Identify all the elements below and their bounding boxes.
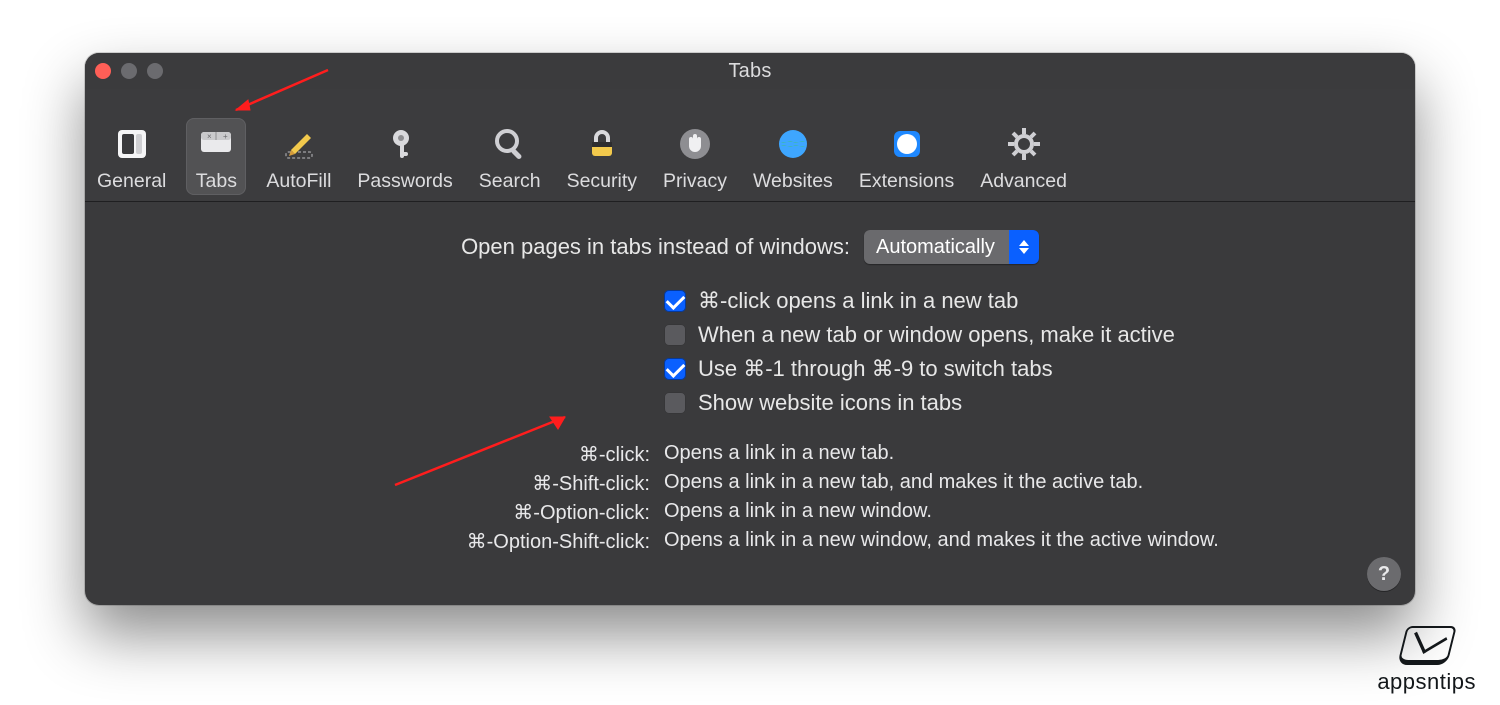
svg-text:+: + xyxy=(223,132,228,141)
svg-text:×: × xyxy=(207,132,212,141)
open-pages-label: Open pages in tabs instead of windows: xyxy=(461,234,850,260)
close-button[interactable] xyxy=(95,63,111,79)
toolbar-item-autofill[interactable]: AutoFill xyxy=(260,118,337,195)
minimize-button[interactable] xyxy=(121,63,137,79)
hint-value: Opens a link in a new tab. xyxy=(664,442,894,467)
hint-key: ⌘-click: xyxy=(579,442,650,467)
open-pages-row: Open pages in tabs instead of windows: A… xyxy=(121,230,1379,264)
gear-icon xyxy=(1000,122,1048,166)
help-button[interactable]: ? xyxy=(1367,557,1401,591)
hint-key: ⌘-Option-click: xyxy=(513,500,650,525)
checkbox-box[interactable] xyxy=(664,324,686,346)
toolbar-item-security[interactable]: Security xyxy=(561,118,643,195)
annotation-arrow-bottom xyxy=(380,405,580,495)
toolbar-label: Tabs xyxy=(196,170,237,193)
checkbox-box[interactable] xyxy=(664,358,686,380)
globe-icon xyxy=(769,122,817,166)
checkbox-label: Show website icons in tabs xyxy=(698,390,962,416)
toolbar-item-passwords[interactable]: Passwords xyxy=(351,118,458,195)
checkbox-box[interactable] xyxy=(664,392,686,414)
preferences-window: Tabs General ×+ Tabs Au xyxy=(85,53,1415,605)
watermark-text: appsntips xyxy=(1377,669,1476,695)
toolbar-label: AutoFill xyxy=(266,170,331,193)
toolbar-item-tabs[interactable]: ×+ Tabs xyxy=(186,118,246,195)
checkbox-label: When a new tab or window opens, make it … xyxy=(698,322,1175,348)
help-glyph: ? xyxy=(1378,563,1390,586)
toolbar-label: Passwords xyxy=(357,170,452,193)
toolbar-label: Privacy xyxy=(663,170,727,193)
tabs-icon: ×+ xyxy=(192,122,240,166)
toolbar-label: Websites xyxy=(753,170,833,193)
toolbar-item-extensions[interactable]: Extensions xyxy=(853,118,960,195)
chevron-updown-icon xyxy=(1009,230,1039,264)
checkbox-cmd-click[interactable]: ⌘-click opens a link in a new tab xyxy=(270,288,1230,314)
hint-value: Opens a link in a new window. xyxy=(664,500,932,525)
checkbox-group: ⌘-click opens a link in a new tab When a… xyxy=(270,288,1230,416)
hint-key: ⌘-Option-Shift-click: xyxy=(467,529,650,554)
toolbar-item-advanced[interactable]: Advanced xyxy=(974,118,1073,195)
toolbar-label: Advanced xyxy=(980,170,1067,193)
toolbar-label: Search xyxy=(479,170,541,193)
pencil-icon xyxy=(275,122,323,166)
open-pages-value: Automatically xyxy=(864,230,1009,264)
watermark: appsntips xyxy=(1377,626,1476,695)
toolbar-label: Extensions xyxy=(859,170,954,193)
annotation-arrow-top xyxy=(218,60,338,120)
hint-value: Opens a link in a new window, and makes … xyxy=(664,529,1219,554)
window-traffic-lights xyxy=(95,63,163,79)
toolbar-label: Security xyxy=(567,170,637,193)
toolbar-item-websites[interactable]: Websites xyxy=(747,118,839,195)
checkbox-cmd-number-switch[interactable]: Use ⌘-1 through ⌘-9 to switch tabs xyxy=(270,356,1230,382)
maximize-button[interactable] xyxy=(147,63,163,79)
checkbox-make-active[interactable]: When a new tab or window opens, make it … xyxy=(270,322,1230,348)
open-pages-select[interactable]: Automatically xyxy=(864,230,1039,264)
lock-icon xyxy=(578,122,626,166)
checkbox-label: Use ⌘-1 through ⌘-9 to switch tabs xyxy=(698,356,1053,382)
magnifier-icon xyxy=(486,122,534,166)
toolbar-label: General xyxy=(97,170,166,193)
checkbox-box[interactable] xyxy=(664,290,686,312)
hand-icon xyxy=(671,122,719,166)
toolbar-item-search[interactable]: Search xyxy=(473,118,547,195)
compass-icon xyxy=(883,122,931,166)
toolbar-item-privacy[interactable]: Privacy xyxy=(657,118,733,195)
watermark-logo-icon xyxy=(1397,626,1457,665)
key-icon xyxy=(381,122,429,166)
hint-value: Opens a link in a new tab, and makes it … xyxy=(664,471,1143,496)
hints-table: ⌘-click: Opens a link in a new tab. ⌘-Sh… xyxy=(190,442,1310,554)
window-title: Tabs xyxy=(728,60,771,83)
toolbar-item-general[interactable]: General xyxy=(91,118,172,195)
checkbox-label: ⌘-click opens a link in a new tab xyxy=(698,288,1018,314)
content-area: Open pages in tabs instead of windows: A… xyxy=(85,202,1415,578)
switch-icon xyxy=(108,122,156,166)
